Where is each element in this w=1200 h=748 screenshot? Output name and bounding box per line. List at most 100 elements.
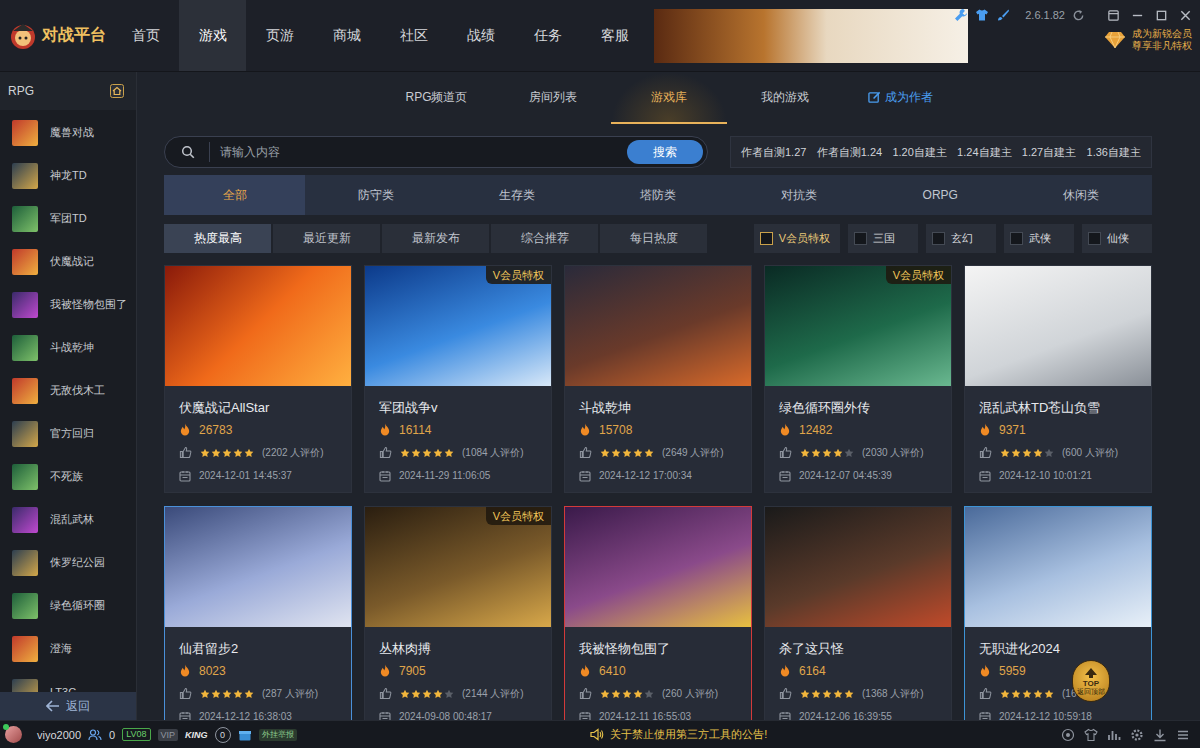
star-icon bbox=[211, 448, 221, 458]
version-tag[interactable]: 1.27自建主 bbox=[1022, 145, 1076, 160]
category-tab[interactable]: 对抗类 bbox=[729, 175, 870, 215]
nav-item[interactable]: 客服 bbox=[581, 0, 648, 71]
sidebar-item[interactable]: 官方回归 bbox=[0, 412, 136, 455]
refresh-icon[interactable] bbox=[1072, 9, 1085, 22]
diamond-icon bbox=[1104, 30, 1126, 50]
nav-item[interactable]: 首页 bbox=[112, 0, 179, 71]
game-card[interactable]: V会员特权丛林肉搏7905(2144 人评价)2024-09-08 00:48:… bbox=[364, 506, 552, 720]
sort-tab[interactable]: 最新发布 bbox=[382, 224, 489, 253]
sidebar-item[interactable]: 无敌伐木工 bbox=[0, 369, 136, 412]
version-tag[interactable]: 作者自测1.27 bbox=[741, 145, 806, 160]
nav-item[interactable]: 游戏 bbox=[179, 0, 246, 71]
star-rating bbox=[800, 448, 854, 458]
category-tab[interactable]: 生存类 bbox=[446, 175, 587, 215]
ad-banner[interactable] bbox=[654, 9, 968, 63]
sub-tab[interactable]: 成为作者 bbox=[843, 72, 959, 124]
sidebar-item[interactable]: 混乱武林 bbox=[0, 498, 136, 541]
menu-icon[interactable] bbox=[1176, 728, 1190, 742]
sidebar-item[interactable]: 军团TD bbox=[0, 197, 136, 240]
category-tab[interactable]: 休闲类 bbox=[1011, 175, 1152, 215]
star-icon bbox=[200, 689, 210, 699]
version-tag[interactable]: 作者自测1.24 bbox=[817, 145, 882, 160]
filter-checkbox[interactable]: 武侠 bbox=[1004, 224, 1074, 253]
sidebar-item[interactable]: 侏罗纪公园 bbox=[0, 541, 136, 584]
sort-tab[interactable]: 最近更新 bbox=[273, 224, 380, 253]
filter-checkbox[interactable]: 三国 bbox=[848, 224, 918, 253]
member-promo[interactable]: 成为新锐会员尊享非凡特权 bbox=[1104, 28, 1192, 52]
version-tag[interactable]: 1.36自建主 bbox=[1087, 145, 1141, 160]
friends-icon[interactable] bbox=[88, 728, 102, 742]
sidebar-item[interactable]: 不死族 bbox=[0, 455, 136, 498]
category-tab[interactable]: ORPG bbox=[870, 175, 1011, 215]
scroll-top-button[interactable]: TOP返回顶部 bbox=[1072, 660, 1110, 702]
chart-icon[interactable] bbox=[1107, 728, 1121, 742]
fire-icon bbox=[179, 664, 191, 677]
category-tab[interactable]: 防守类 bbox=[305, 175, 446, 215]
shirt-icon[interactable] bbox=[1084, 728, 1098, 742]
thumbs-up-icon bbox=[179, 687, 192, 700]
brush-icon[interactable] bbox=[996, 8, 1010, 22]
nav-item[interactable]: 商城 bbox=[313, 0, 380, 71]
logo[interactable]: 对战平台 bbox=[0, 0, 112, 71]
search-field[interactable]: 请输入内容搜索 bbox=[164, 136, 708, 168]
username[interactable]: viyo2000 bbox=[37, 729, 81, 741]
close-icon[interactable] bbox=[1179, 9, 1192, 22]
game-card[interactable]: 无职进化20245959(162024-12-12 10:59:18 bbox=[964, 506, 1152, 720]
user-avatar[interactable] bbox=[5, 726, 22, 743]
nav-item[interactable]: 战绩 bbox=[447, 0, 514, 71]
game-card[interactable]: 我被怪物包围了6410(260 人评价)2024-12-11 16:55:03 bbox=[564, 506, 752, 720]
sort-tab[interactable]: 热度最高 bbox=[164, 224, 271, 253]
sub-tab[interactable]: 房间列表 bbox=[495, 72, 611, 124]
game-card[interactable]: 仙君留步28023(287 人评价)2024-12-12 16:38:03 bbox=[164, 506, 352, 720]
version-tag[interactable]: 1.20自建主 bbox=[892, 145, 946, 160]
category-tab[interactable]: 全部 bbox=[164, 175, 305, 215]
nav-item[interactable]: 社区 bbox=[380, 0, 447, 71]
settings-icon[interactable] bbox=[1130, 728, 1144, 742]
radar-icon[interactable] bbox=[1061, 728, 1075, 742]
game-card[interactable]: V会员特权绿色循环圈外传12482(2030 人评价)2024-12-07 04… bbox=[764, 265, 952, 493]
sub-tab[interactable]: 游戏库 bbox=[611, 72, 727, 124]
category-tab[interactable]: 塔防类 bbox=[587, 175, 728, 215]
sidebar-item[interactable]: 澄海 bbox=[0, 627, 136, 670]
heat-count: 16114 bbox=[399, 423, 431, 437]
sub-tab[interactable]: 我的游戏 bbox=[727, 72, 843, 124]
game-card[interactable]: 混乱武林TD苍山负雪9371(600 人评价)2024-12-10 10:01:… bbox=[964, 265, 1152, 493]
filter-checkbox[interactable]: 仙侠 bbox=[1082, 224, 1152, 253]
shirt-icon[interactable] bbox=[975, 8, 989, 22]
notice[interactable]: 关于禁止使用第三方工具的公告! bbox=[304, 727, 1054, 742]
sub-tab[interactable]: RPG频道页 bbox=[379, 72, 495, 124]
maximize-icon[interactable] bbox=[1155, 9, 1168, 22]
calendar-icon bbox=[379, 711, 391, 721]
sidebar-item[interactable]: 我被怪物包围了 bbox=[0, 283, 136, 326]
home-icon[interactable] bbox=[110, 84, 124, 98]
report-button[interactable]: 外挂举报 bbox=[259, 729, 297, 741]
filter-checkbox[interactable]: V会员特权 bbox=[754, 224, 840, 253]
game-card[interactable]: 伏魔战记AllStar26783(2202 人评价)2024-12-01 14:… bbox=[164, 265, 352, 493]
download-icon[interactable] bbox=[1153, 728, 1167, 742]
game-card[interactable]: 斗战乾坤15708(2649 人评价)2024-12-12 17:00:34 bbox=[564, 265, 752, 493]
sidebar-item[interactable]: 绿色循环圈 bbox=[0, 584, 136, 627]
thumbs-up-icon bbox=[579, 687, 592, 700]
skin-icon[interactable] bbox=[1107, 9, 1120, 22]
nav-item[interactable]: 页游 bbox=[246, 0, 313, 71]
sidebar-item[interactable]: 魔兽对战 bbox=[0, 111, 136, 154]
sort-tab[interactable]: 综合推荐 bbox=[491, 224, 598, 253]
sidebar-item[interactable]: 斗战乾坤 bbox=[0, 326, 136, 369]
sidebar-item[interactable]: 伏魔战记 bbox=[0, 240, 136, 283]
minimize-icon[interactable] bbox=[1131, 9, 1144, 22]
gift-icon[interactable] bbox=[238, 728, 252, 742]
sidebar-item[interactable]: 神龙TD bbox=[0, 154, 136, 197]
sidebar-item[interactable]: LT3C bbox=[0, 670, 136, 692]
version-tag[interactable]: 1.24自建主 bbox=[957, 145, 1011, 160]
game-title: 无职进化2024 bbox=[979, 639, 1137, 659]
sort-tab[interactable]: 每日热度 bbox=[600, 224, 707, 253]
wrench-icon[interactable] bbox=[954, 8, 968, 22]
nav-item[interactable]: 任务 bbox=[514, 0, 581, 71]
game-card[interactable]: 杀了这只怪6164(1368 人评价)2024-12-06 16:39:55 bbox=[764, 506, 952, 720]
filter-checkbox[interactable]: 玄幻 bbox=[926, 224, 996, 253]
search-button[interactable]: 搜索 bbox=[627, 140, 703, 164]
status-bar: viyo20000LV08VIPKING0外挂举报关于禁止使用第三方工具的公告! bbox=[0, 720, 1200, 748]
back-button[interactable]: 返回 bbox=[0, 692, 136, 720]
review-count: (287 人评价) bbox=[262, 687, 318, 701]
game-card[interactable]: V会员特权军团战争v16114(1084 人评价)2024-11-29 11:0… bbox=[364, 265, 552, 493]
